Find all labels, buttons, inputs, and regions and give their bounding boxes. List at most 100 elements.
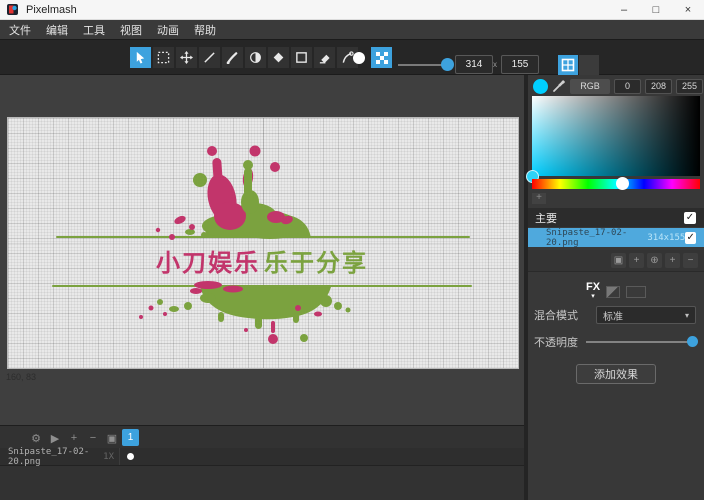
line-tool-button[interactable] [199, 47, 220, 68]
app-logo-icon [7, 4, 18, 15]
layer-group-label: 主要 [535, 210, 557, 226]
opacity-slider-track[interactable] [586, 341, 696, 343]
canvas-height-field[interactable]: 155 [501, 55, 539, 74]
art-text-pink: 小刀娱乐 [156, 250, 260, 277]
layer-group-row[interactable]: 主要 ✓ [528, 208, 704, 227]
tab-effects[interactable]: FX ▾ [586, 283, 600, 301]
rectangle-icon [295, 51, 308, 64]
diamond-tool-button[interactable] [268, 47, 289, 68]
brush-size-slider-handle[interactable] [441, 58, 454, 71]
menu-item-animation[interactable]: 动画 [157, 22, 179, 38]
timeline-panel: ⚙ ▶ + − ▣ 1 Snipaste_17-02-20.png 1X [0, 425, 524, 500]
clip-scale: 1X [103, 452, 114, 462]
menu-item-help[interactable]: 帮助 [194, 22, 216, 38]
grid-icon [561, 58, 575, 72]
add-frame-button[interactable]: + [66, 430, 82, 446]
play-button[interactable]: ▶ [47, 430, 63, 446]
opacity-label: 不透明度 [534, 334, 578, 350]
splatter-artwork: 小刀娱乐 乐于分享 [8, 118, 518, 368]
frame-1-button[interactable]: 1 [122, 429, 139, 446]
cursor-icon [134, 51, 147, 64]
current-color-swatch[interactable] [533, 79, 548, 94]
timeline-settings-button[interactable]: ⚙ [28, 430, 44, 446]
move-tool-button[interactable] [176, 47, 197, 68]
add-swatch-button[interactable]: + [532, 193, 546, 204]
layer-row-selected[interactable]: Snipaste_17-02-20.png 314x155 ✓ [528, 228, 704, 247]
saturation-value-picker[interactable] [532, 96, 700, 176]
blend-mode-row: 混合模式 标准 ▾ [534, 306, 696, 324]
pixel-canvas[interactable]: 小刀娱乐 乐于分享 [8, 118, 518, 368]
menu-item-file[interactable]: 文件 [9, 22, 31, 38]
minimize-button[interactable]: – [608, 0, 640, 19]
add-layer-button[interactable]: + [629, 253, 644, 268]
checker-icon [376, 52, 388, 64]
gradient-icon [249, 51, 262, 64]
hue-slider-handle[interactable] [616, 177, 629, 190]
clip-header: Snipaste_17-02-20.png 1X [0, 448, 120, 465]
marquee-icon [157, 51, 170, 64]
layer-size-badge: 314x155 [647, 233, 685, 243]
menubar: 文件 编辑 工具 视图 动画 帮助 [0, 20, 704, 39]
line-icon [203, 51, 216, 64]
grid-toggle-button[interactable] [558, 55, 578, 75]
color-controls: RGB 0 208 255 [533, 78, 703, 94]
merge-layer-button[interactable]: ⊕ [647, 253, 662, 268]
eraser-icon [318, 51, 331, 64]
window-controls: – □ × [608, 0, 704, 19]
brush-icon [226, 51, 239, 64]
menu-item-view[interactable]: 视图 [120, 22, 142, 38]
blend-mode-dropdown[interactable]: 标准 ▾ [596, 306, 696, 324]
timeline-buttons: ⚙ ▶ + − ▣ [28, 430, 120, 446]
art-text-green: 乐于分享 [264, 249, 368, 277]
opacity-slider-handle[interactable] [687, 336, 698, 347]
overlay-toggle-button[interactable] [579, 55, 599, 75]
duplicate-frame-button[interactable]: ▣ [104, 430, 120, 446]
tab-transform[interactable] [606, 286, 620, 298]
timeline-track[interactable]: Snipaste_17-02-20.png 1X [0, 448, 524, 466]
layer-ops-row: ▣ + ⊕ + − [528, 250, 704, 272]
close-button[interactable]: × [672, 0, 704, 19]
add-effect-button[interactable]: 添加效果 [576, 364, 656, 384]
dimension-separator: x [493, 60, 497, 69]
titlebar: Pixelmash – □ × [0, 0, 704, 20]
clip-name: Snipaste_17-02-20.png [8, 447, 103, 467]
window-title: Pixelmash [26, 4, 77, 16]
gradient-tool-button[interactable] [245, 47, 266, 68]
group-visibility-checkbox[interactable]: ✓ [684, 212, 696, 224]
rect-tool-button[interactable] [291, 47, 312, 68]
brush-tool-button[interactable] [222, 47, 243, 68]
fx-caret-icon: ▾ [586, 292, 600, 301]
canvas-width-field[interactable]: 314 [455, 55, 493, 74]
brush-shape-button[interactable] [348, 47, 369, 68]
diamond-icon [272, 51, 285, 64]
tab-text[interactable] [626, 286, 646, 298]
dropdown-caret-icon: ▾ [685, 311, 689, 320]
right-panel: RGB 0 208 255 + 主要 ✓ Snipaste_17-02-20.p… [528, 75, 704, 500]
hue-slider[interactable] [532, 179, 700, 189]
keyframe-dot[interactable] [127, 453, 134, 460]
color-mode-button[interactable]: RGB [570, 79, 610, 94]
dither-mode-button[interactable] [371, 47, 392, 68]
delete-layer-button[interactable]: − [683, 253, 698, 268]
opacity-row: 不透明度 [534, 334, 696, 350]
remove-frame-button[interactable]: − [85, 430, 101, 446]
menu-item-tools[interactable]: 工具 [83, 22, 105, 38]
move-icon [180, 51, 193, 64]
layer-visibility-checkbox[interactable]: ✓ [685, 232, 696, 244]
blue-value-field[interactable]: 255 [676, 79, 703, 94]
add-group-button[interactable]: + [665, 253, 680, 268]
green-value-field[interactable]: 208 [645, 79, 672, 94]
eyedropper-icon[interactable] [552, 79, 566, 93]
marquee-tool-button[interactable] [153, 47, 174, 68]
cursor-coordinates: 160, 83 [6, 372, 36, 382]
red-value-field[interactable]: 0 [614, 79, 641, 94]
blend-mode-value: 标准 [603, 308, 623, 323]
duplicate-layer-button[interactable]: ▣ [611, 253, 626, 268]
select-tool-button[interactable] [130, 47, 151, 68]
maximize-button[interactable]: □ [640, 0, 672, 19]
eraser-tool-button[interactable] [314, 47, 335, 68]
layer-props-tabs: FX ▾ [528, 283, 704, 301]
menu-item-edit[interactable]: 编辑 [46, 22, 68, 38]
round-brush-icon [353, 52, 365, 64]
blend-mode-label: 混合模式 [534, 307, 578, 323]
